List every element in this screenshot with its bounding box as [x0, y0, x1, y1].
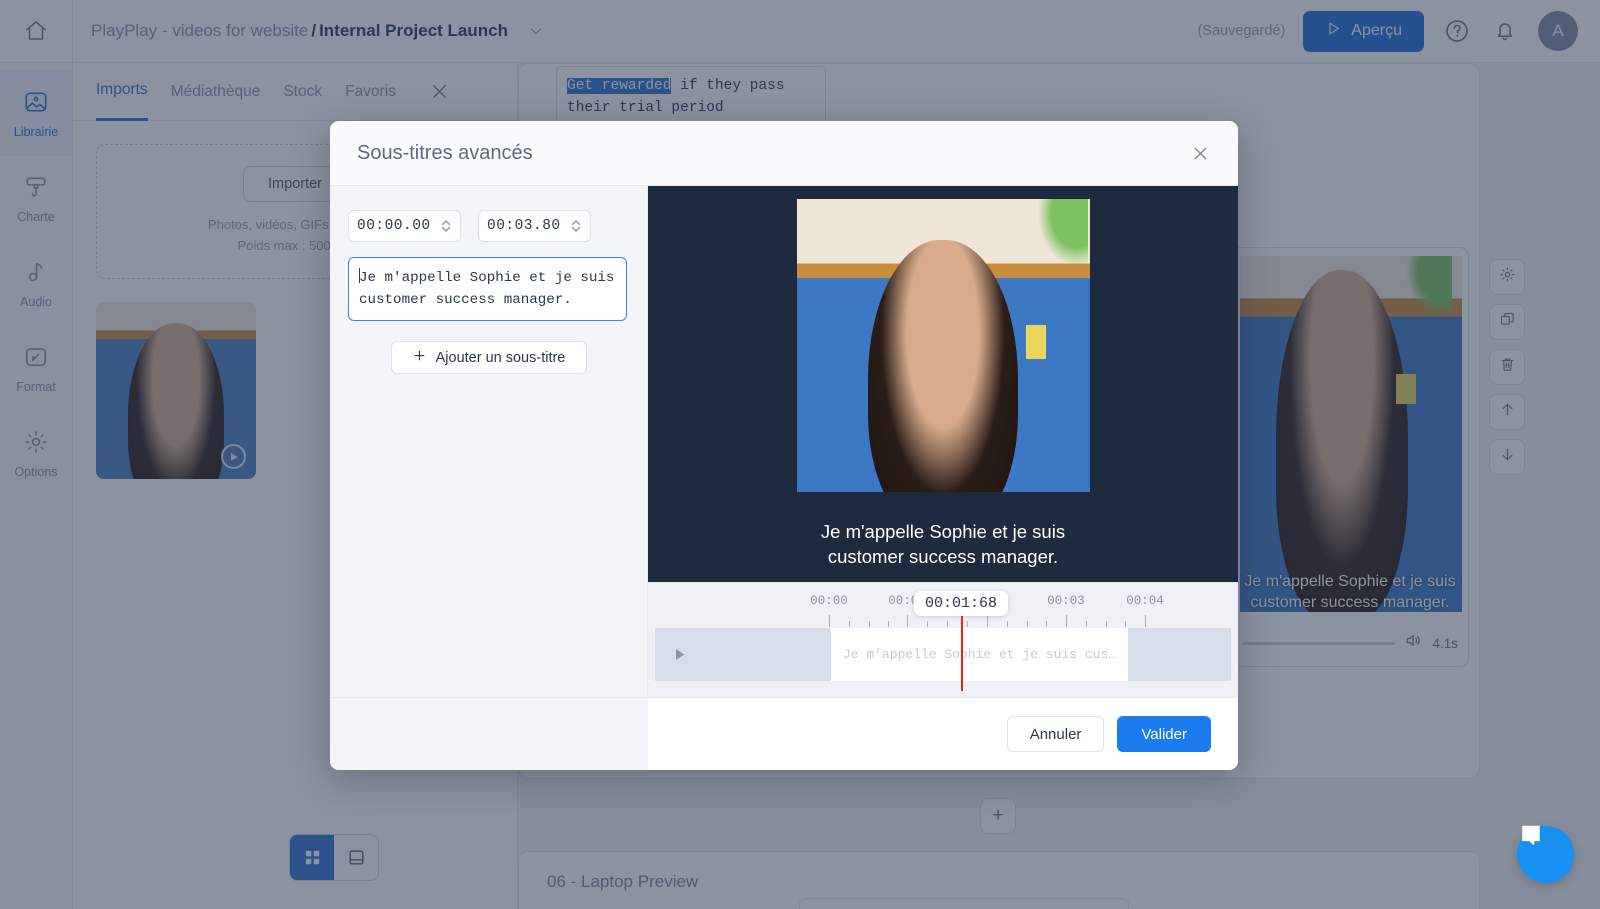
modal-header: Sous-titres avancés: [330, 121, 1238, 186]
video-preview-stage: Je m'appelle Sophie et je suis customer …: [648, 186, 1238, 582]
end-time-value: 00:03.80: [487, 218, 561, 234]
intercom-chat-button[interactable]: [1517, 825, 1574, 883]
start-time-value: 00:00.00: [357, 218, 431, 234]
close-icon[interactable]: [1190, 143, 1211, 164]
ruler-label: 00:03: [1047, 594, 1085, 608]
advanced-subtitles-modal: Sous-titres avancés 00:00.00 00:03.80 Je…: [330, 121, 1238, 770]
modal-body: 00:00.00 00:03.80 Je m'appelle Sophie et…: [330, 186, 1238, 697]
app-root: PlayPlay - videos for website / Internal…: [0, 0, 1600, 909]
ruler-label: 00:00: [810, 594, 848, 608]
add-subtitle-button[interactable]: Ajouter un sous-titre: [390, 341, 587, 374]
footer-left-spacer: [330, 697, 648, 770]
timeline-current-time: 00:01:68: [913, 591, 1009, 616]
subtitle-text-input[interactable]: Je m'appelle Sophie et je suis customer …: [348, 257, 627, 321]
chat-bubble-icon: [1517, 822, 1574, 888]
preview-caption-line2: customer success manager.: [827, 545, 1059, 567]
ruler-label: 00:04: [1126, 594, 1164, 608]
timeline-play-button[interactable]: [655, 628, 703, 681]
timeline-track-background[interactable]: Je m'appelle Sophie et je suis cus…: [703, 628, 1231, 681]
subtitle-text-value: Je m'appelle Sophie et je suis customer …: [359, 270, 615, 308]
preview-caption: Je m'appelle Sophie et je suis customer …: [781, 520, 1105, 570]
preview-column: Je m'appelle Sophie et je suis customer …: [648, 186, 1238, 697]
sticky-note-decoration: [1025, 324, 1046, 359]
timeline-playhead[interactable]: [961, 608, 963, 691]
modal-title: Sous-titres avancés: [357, 141, 533, 164]
end-time-stepper[interactable]: [570, 218, 582, 234]
subtitle-editor-column: 00:00.00 00:03.80 Je m'appelle Sophie et…: [330, 186, 648, 697]
video-frame: [796, 198, 1090, 492]
plus-icon: [412, 348, 427, 367]
plant-decoration: [1031, 198, 1088, 273]
start-time-field[interactable]: 00:00.00: [348, 210, 461, 242]
timeline[interactable]: 00:00 00:02 00:03 00:04 Je m'appelle Sop…: [648, 582, 1238, 697]
person-portrait: [868, 239, 1018, 492]
cancel-button[interactable]: Annuler: [1006, 716, 1105, 752]
timeline-subtitle-clip[interactable]: Je m'appelle Sophie et je suis cus…: [831, 628, 1128, 681]
end-time-field[interactable]: 00:03.80: [478, 210, 591, 242]
preview-caption-line1: Je m'appelle Sophie et je suis: [820, 520, 1066, 542]
validate-button[interactable]: Valider: [1117, 716, 1211, 752]
timeline-track[interactable]: Je m'appelle Sophie et je suis cus…: [655, 628, 1231, 681]
add-subtitle-label: Ajouter un sous-titre: [435, 349, 566, 366]
start-time-stepper[interactable]: [440, 218, 452, 234]
time-range-row: 00:00.00 00:03.80: [348, 210, 629, 242]
